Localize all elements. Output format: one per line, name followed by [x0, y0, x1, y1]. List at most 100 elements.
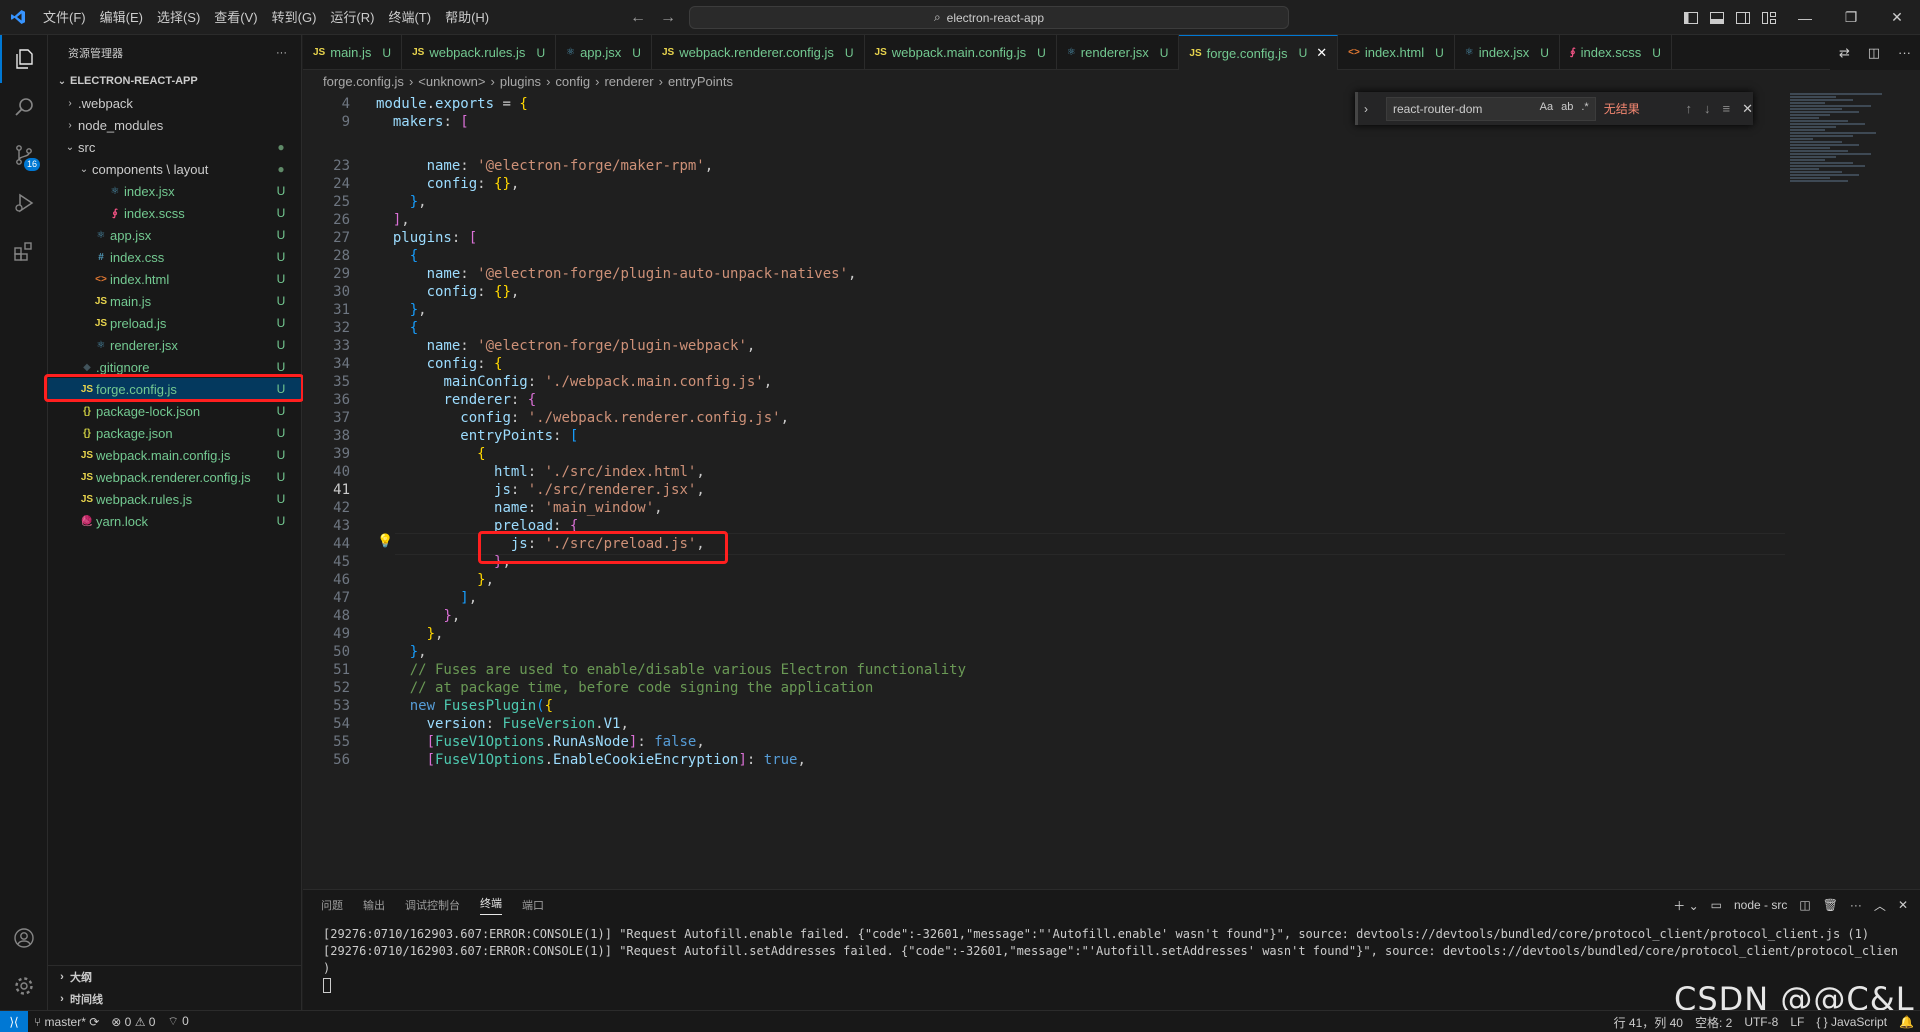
split-terminal-icon[interactable]: ◫ [1799, 898, 1810, 912]
extensions-icon[interactable] [0, 227, 48, 275]
file-tree-item[interactable]: JS webpack.rules.js U [48, 488, 301, 510]
encoding[interactable]: UTF-8 [1738, 1015, 1784, 1029]
editor-tab[interactable]: <> index.html U [1338, 35, 1455, 70]
toggle-secondary-sidebar-icon[interactable] [1730, 0, 1756, 35]
editor-tab[interactable]: JS forge.config.js U ✕ [1179, 35, 1339, 70]
code-editor[interactable]: 💡 4 module.exports = {9 makers: [23 name:… [303, 92, 1920, 889]
run-debug-icon[interactable] [0, 179, 48, 227]
file-tree-item[interactable]: ⚛ renderer.jsx U [48, 334, 301, 356]
panel-tab[interactable]: 调试控制台 [405, 897, 460, 913]
file-tree-item[interactable]: ⌄ src ● [48, 136, 301, 158]
more-actions-icon[interactable]: ··· [1850, 898, 1862, 912]
forward-arrow-icon[interactable]: → [660, 9, 676, 27]
file-tree-item[interactable]: ⌄ components \ layout ● [48, 158, 301, 180]
new-terminal-icon[interactable]: ＋ ⌄ [1673, 897, 1698, 914]
breadcrumb-item[interactable]: plugins [500, 74, 541, 89]
chevron-right-icon[interactable]: › [1364, 102, 1368, 116]
project-section-header[interactable]: ⌄ ELECTRON-REACT-APP [48, 70, 301, 92]
restore-button[interactable]: ❐ [1828, 0, 1874, 35]
explorer-icon[interactable] [0, 35, 48, 83]
outline-section[interactable]: › 大纲 [48, 966, 301, 988]
more-actions-icon[interactable]: ··· [276, 47, 287, 59]
find-input[interactable]: react-router-dom Aa ab .* [1386, 96, 1596, 121]
breadcrumb-item[interactable]: <unknown> [418, 74, 485, 89]
close-icon[interactable]: ✕ [1316, 45, 1327, 61]
file-tree-item[interactable]: 🧶 yarn.lock U [48, 510, 301, 532]
back-arrow-icon[interactable]: ← [630, 9, 646, 27]
regex-toggle[interactable]: .* [1581, 101, 1588, 113]
menu-item[interactable]: 运行(R) [323, 0, 381, 35]
panel-tab[interactable]: 端口 [522, 897, 544, 913]
file-tree-item[interactable]: JS main.js U [48, 290, 301, 312]
file-tree-item[interactable]: # index.css U [48, 246, 301, 268]
remote-icon[interactable]: ⟩⟨ [0, 1010, 28, 1032]
breadcrumb-item[interactable]: forge.config.js [323, 74, 404, 89]
minimize-button[interactable]: — [1782, 0, 1828, 35]
panel-tab[interactable]: 输出 [363, 897, 385, 913]
more-actions-icon[interactable]: ··· [1898, 45, 1911, 60]
file-tree-item[interactable]: ⚛ app.jsx U [48, 224, 301, 246]
maximize-panel-icon[interactable]: ︿ [1874, 897, 1886, 914]
compare-changes-icon[interactable]: ⇄ [1839, 45, 1850, 61]
menu-item[interactable]: 帮助(H) [438, 0, 496, 35]
menu-item[interactable]: 转到(G) [265, 0, 324, 35]
search-icon[interactable] [0, 83, 48, 131]
editor-tab[interactable]: ∮ index.scss U [1560, 35, 1672, 70]
whole-word-toggle[interactable]: ab [1561, 101, 1573, 113]
breadcrumb-item[interactable]: config [555, 74, 590, 89]
menu-item[interactable]: 文件(F) [36, 0, 93, 35]
file-tree-item[interactable]: › node_modules [48, 114, 301, 136]
kill-terminal-icon[interactable]: 🗑 [1823, 898, 1838, 912]
menu-item[interactable]: 编辑(E) [93, 0, 150, 35]
previous-match-icon[interactable]: ↑ [1686, 101, 1693, 117]
file-tree-item[interactable]: JS preload.js U [48, 312, 301, 334]
editor-tab[interactable]: ⚛ renderer.jsx U [1057, 35, 1180, 70]
menu-item[interactable]: 选择(S) [150, 0, 207, 35]
editor-tab[interactable]: JS webpack.main.config.js U [865, 35, 1057, 70]
cursor-position[interactable]: 行 41，列 40 [1608, 1014, 1689, 1031]
git-branch[interactable]: ⑂ master* ⟳ [28, 1015, 105, 1029]
next-match-icon[interactable]: ↓ [1704, 101, 1711, 117]
command-center-search[interactable]: ⌕ electron-react-app [689, 6, 1289, 29]
find-in-selection-icon[interactable]: ≡ [1723, 101, 1731, 117]
editor-tab[interactable]: JS main.js U [303, 35, 403, 70]
split-editor-icon[interactable]: ◫ [1868, 45, 1880, 61]
language-mode[interactable]: { } JavaScript [1810, 1015, 1893, 1029]
editor-tab[interactable]: ⚛ index.jsx U [1455, 35, 1560, 70]
indentation[interactable]: 空格: 2 [1689, 1014, 1738, 1031]
close-window-button[interactable]: ✕ [1874, 0, 1920, 35]
terminal-prompt[interactable] [303, 977, 1898, 994]
breadcrumb-item[interactable]: renderer [604, 74, 653, 89]
file-tree-item[interactable]: JS webpack.main.config.js U [48, 444, 301, 466]
file-tree-item[interactable]: › .webpack [48, 92, 301, 114]
panel-tab[interactable]: 问题 [321, 897, 343, 913]
notifications-bell-icon[interactable]: 🔔 [1893, 1015, 1920, 1029]
file-tree-item[interactable]: ∮ index.scss U [48, 202, 301, 224]
account-icon[interactable] [0, 914, 48, 962]
file-tree-item[interactable]: <> index.html U [48, 268, 301, 290]
close-icon[interactable]: ✕ [1898, 898, 1908, 912]
problems-count[interactable]: ⊗ 0 ⚠ 0 [105, 1015, 161, 1029]
end-of-line[interactable]: LF [1784, 1015, 1810, 1029]
settings-gear-icon[interactable] [0, 962, 48, 1010]
breadcrumb-item[interactable]: entryPoints [668, 74, 733, 89]
file-tree-item[interactable]: {} package-lock.json U [48, 400, 301, 422]
editor-tab[interactable]: ⚛ app.jsx U [556, 35, 652, 70]
editor-tab[interactable]: JS webpack.rules.js U [402, 35, 557, 70]
panel-tab[interactable]: 终端 [480, 895, 502, 915]
terminal-name[interactable]: node - src [1734, 898, 1787, 912]
menu-item[interactable]: 终端(T) [381, 0, 438, 35]
minimap[interactable] [1790, 92, 1905, 222]
file-tree-item[interactable]: ⚛ index.jsx U [48, 180, 301, 202]
timeline-section[interactable]: › 时间线 [48, 988, 301, 1010]
source-control-icon[interactable]: 16 [0, 131, 48, 179]
match-case-toggle[interactable]: Aa [1540, 101, 1553, 113]
toggle-sidebar-icon[interactable] [1678, 0, 1704, 35]
file-tree-item[interactable]: JS webpack.renderer.config.js U [48, 466, 301, 488]
close-icon[interactable]: ✕ [1742, 101, 1753, 117]
toggle-panel-icon[interactable] [1704, 0, 1730, 35]
ports-count[interactable]: ⌔ 0 [161, 1014, 194, 1029]
menu-item[interactable]: 查看(V) [207, 0, 264, 35]
editor-tab[interactable]: JS webpack.renderer.config.js U [652, 35, 865, 70]
file-tree-item[interactable]: {} package.json U [48, 422, 301, 444]
